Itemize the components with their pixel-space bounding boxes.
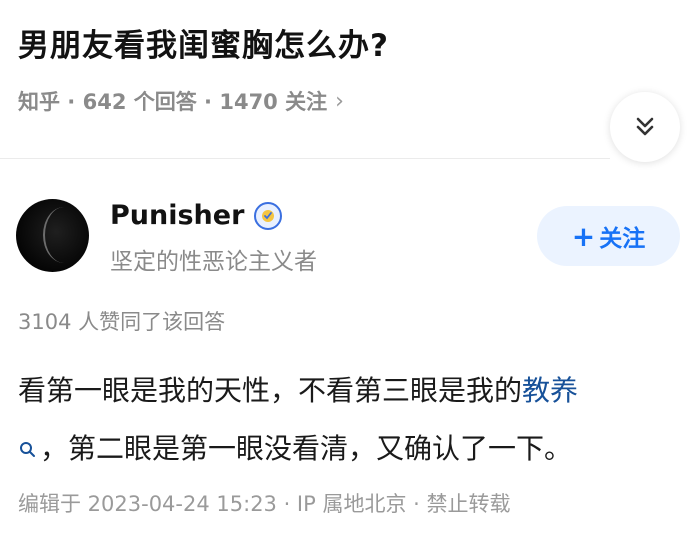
content-part-1: 看第一眼是我的天性，不看第三眼是我的	[18, 374, 523, 407]
plus-icon: +	[571, 219, 596, 253]
chevron-right-icon: ›	[335, 88, 344, 114]
question-title[interactable]: 男朋友看我闺蜜胸怎么办?	[18, 20, 389, 65]
chevrons-down-icon	[636, 117, 654, 136]
question-meta[interactable]: 知乎 · 642 个回答 · 1470 关注 ›	[18, 86, 344, 116]
expand-button[interactable]	[610, 92, 680, 162]
search-link[interactable]: 教养	[522, 374, 578, 407]
search-icon[interactable]	[18, 440, 38, 460]
answer-footer-meta: 编辑于 2023-04-24 15:23 · IP 属地北京 · 禁止转载	[18, 492, 511, 516]
likes-count: 3104 人赞同了该回答	[18, 310, 226, 334]
follow-label: 关注	[599, 226, 646, 252]
question-meta-text: 知乎 · 642 个回答 · 1470 关注	[18, 90, 328, 114]
moon-graphic	[43, 207, 85, 263]
avatar[interactable]	[16, 199, 89, 272]
content-part-2: ，第二眼是第一眼没看清，又确认了一下。	[40, 432, 573, 465]
author-name[interactable]: Punisher	[110, 200, 244, 231]
answer-content: 看第一眼是我的天性，不看第三眼是我的教养 ，第二眼是第一眼没看清，又确认了一下。	[18, 362, 678, 478]
follow-button[interactable]: + 关注	[537, 206, 680, 266]
verified-badge-icon	[254, 201, 283, 230]
divider	[0, 158, 610, 159]
author-name-row[interactable]: Punisher	[110, 200, 283, 231]
author-bio: 坚定的性恶论主义者	[110, 249, 317, 275]
